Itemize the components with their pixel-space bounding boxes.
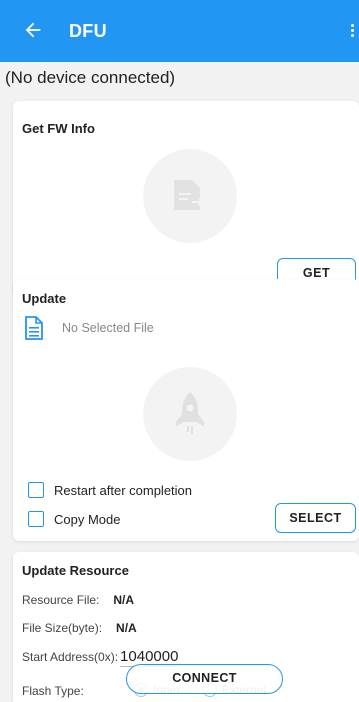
restart-checkbox-row[interactable]: Restart after completion [28,482,192,498]
selected-file-label: No Selected File [62,321,154,335]
select-button[interactable]: SELECT [275,503,356,533]
arrow-left-icon[interactable] [22,19,44,41]
start-address-row: Start Address(0x): 1040000 [22,648,179,667]
restart-label: Restart after completion [54,482,193,498]
copy-mode-label: Copy Mode [54,511,121,527]
page-title: DFU [69,20,107,41]
copy-mode-checkbox[interactable] [28,511,44,527]
fw-info-title: Get FW Info [22,121,95,136]
file-size-label: File Size(byte): [22,621,103,635]
file-size-value: N/A [116,621,137,635]
app-bar: DFU [0,0,359,62]
copy-mode-checkbox-row[interactable]: Copy Mode [28,511,120,527]
more-vert-icon[interactable] [351,24,355,40]
flash-type-label: Flash Type: [22,684,84,698]
file-size-row: File Size(byte): N/A [22,621,137,635]
connection-status: (No device connected) [5,68,176,87]
document-arrow-icon [143,149,237,243]
rocket-icon [143,367,237,461]
resource-file-label: Resource File: [22,593,100,607]
update-title: Update [22,291,67,306]
resource-file-row: Resource File: N/A [22,593,134,607]
update-card: Update No Selected File Restart after co… [13,279,359,541]
document-icon [25,316,43,340]
restart-checkbox[interactable] [28,482,44,498]
update-resource-title: Update Resource [22,563,129,578]
resource-file-value: N/A [113,593,135,607]
start-address-label: Start Address(0x): [22,650,119,664]
connect-button[interactable]: CONNECT [126,664,283,694]
fw-info-card: Get FW Info GET [13,101,359,296]
